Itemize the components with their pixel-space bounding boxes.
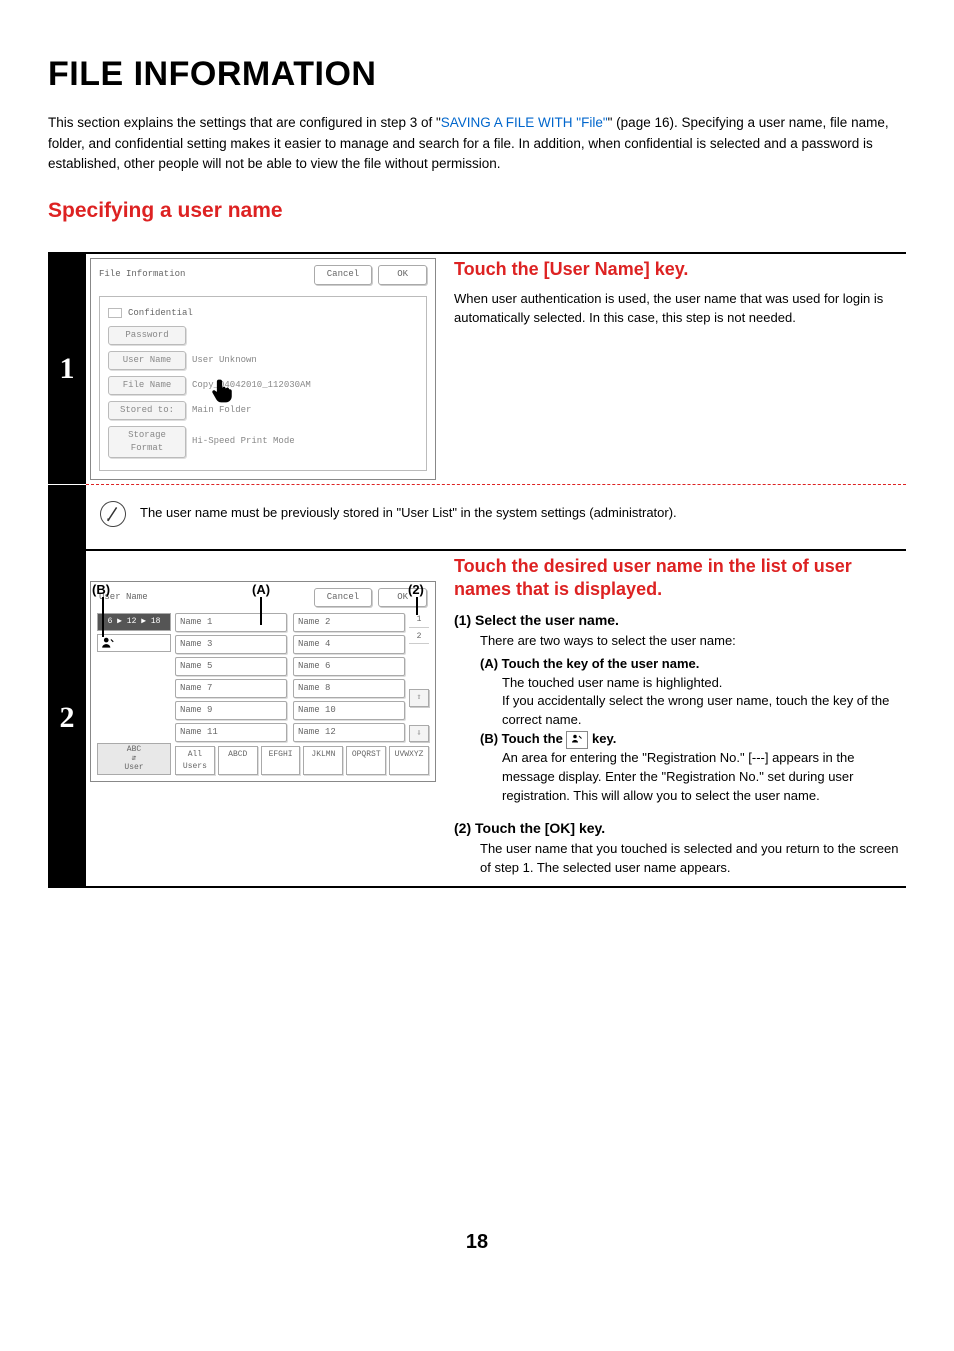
item-b-text: An area for entering the "Registration N… [502,749,906,806]
page-number: 18 [48,1228,906,1257]
step-number: 1 [48,254,86,483]
page-indicator: 1 [409,613,429,628]
item-b-heading-post: key. [588,731,616,746]
user-name-panel: User Name Cancel OK 6 ▶ 12 ▶ 18 [90,581,436,783]
step-2-instructions: (1) Select the user name. There are two … [454,610,906,878]
callout-line [102,597,104,637]
panel-title: File Information [99,268,185,281]
intro-pre: This section explains the settings that … [48,115,441,130]
step-1-body: When user authentication is used, the us… [454,290,906,328]
section-heading: Specifying a user name [48,196,906,226]
page-indicator: 2 [409,630,429,645]
intro-paragraph: This section explains the settings that … [48,113,906,174]
scroll-up-button[interactable]: ⇧ [409,689,429,707]
scroll-down-button[interactable]: ⇩ [409,725,429,743]
file-info-panel: File Information Cancel OK Confidential … [90,258,436,479]
storage-format-button[interactable]: Storage Format [108,426,186,458]
cancel-button[interactable]: Cancel [314,265,372,284]
step-2: 2 (B) (A) (2) User Name Cancel [48,551,906,886]
step-number: 2 [48,551,86,886]
user-pencil-icon [566,731,588,749]
step-bar [48,485,86,549]
file-name-button[interactable]: File Name [108,376,186,395]
step-1-note: The user name must be previously stored … [140,504,677,523]
item-a-heading: (A) Touch the key of the user name. [480,656,699,671]
user-name-cell[interactable]: Name 9 [175,701,287,720]
user-name-cell[interactable]: Name 7 [175,679,287,698]
index-tab[interactable]: 6 ▶ 12 ▶ 18 [97,613,171,631]
step-1-heading: Touch the [User Name] key. [454,258,906,281]
callout-line [260,597,262,625]
user-name-cell[interactable]: Name 6 [293,657,405,676]
item-2-text: The user name that you touched is select… [480,840,906,878]
user-name-cell[interactable]: Name 3 [175,635,287,654]
stored-to-button[interactable]: Stored to: [108,401,186,420]
confidential-checkbox[interactable] [108,308,122,318]
ok-button[interactable]: OK [378,265,427,284]
item-2-heading: (2) Touch the [OK] key. [454,818,906,838]
callout-line [416,597,418,615]
user-name-cell[interactable]: Name 8 [293,679,405,698]
user-name-cell[interactable]: Name 2 [293,613,405,632]
abc-user-tab[interactable]: ABC ⇵ User [97,743,171,775]
user-label: User [98,764,170,773]
user-name-cell[interactable]: Name 5 [175,657,287,676]
step-2-heading: Touch the desired user name in the list … [454,555,906,602]
filter-button[interactable]: ABCD [218,746,258,775]
item-1-text: There are two ways to select the user na… [480,632,906,651]
user-name-button[interactable]: User Name [108,351,186,370]
user-name-cell[interactable]: Name 10 [293,701,405,720]
step-1: 1 File Information Cancel OK Confident [48,254,906,548]
password-button[interactable]: Password [108,326,186,345]
filter-button[interactable]: All Users [175,746,215,775]
storage-format-value: Hi-Speed Print Mode [192,435,295,448]
user-name-cell[interactable]: Name 4 [293,635,405,654]
filter-button[interactable]: UVWXYZ [389,746,429,775]
page-title: FILE INFORMATION [48,50,906,99]
file-name-value: Copy_04042010_112030AM [192,379,311,392]
item-a-text: The touched user name is highlighted. If… [502,674,906,731]
user-name-grid: Name 1 Name 2 Name 3 Name 4 Name 5 Name … [175,613,405,742]
user-name-cell[interactable]: Name 12 [293,723,405,742]
item-b-heading-pre: (B) Touch the [480,731,566,746]
user-name-cell[interactable]: Name 11 [175,723,287,742]
note-icon [98,499,127,528]
stored-to-value: Main Folder [192,404,251,417]
cancel-button[interactable]: Cancel [314,588,372,607]
item-1-heading: (1) Select the user name. [454,610,906,630]
user-reg-icon-button[interactable] [97,634,171,652]
filter-button[interactable]: EFGHI [261,746,301,775]
user-name-cell[interactable]: Name 1 [175,613,287,632]
divider [48,886,906,888]
intro-link[interactable]: SAVING A FILE WITH "File" [441,115,608,130]
user-name-value: User Unknown [192,354,257,367]
filter-button[interactable]: OPQRST [346,746,386,775]
panel-2-wrapper: (B) (A) (2) User Name Cancel OK [90,581,436,783]
confidential-label: Confidential [128,307,193,320]
filter-button[interactable]: JKLMN [303,746,343,775]
